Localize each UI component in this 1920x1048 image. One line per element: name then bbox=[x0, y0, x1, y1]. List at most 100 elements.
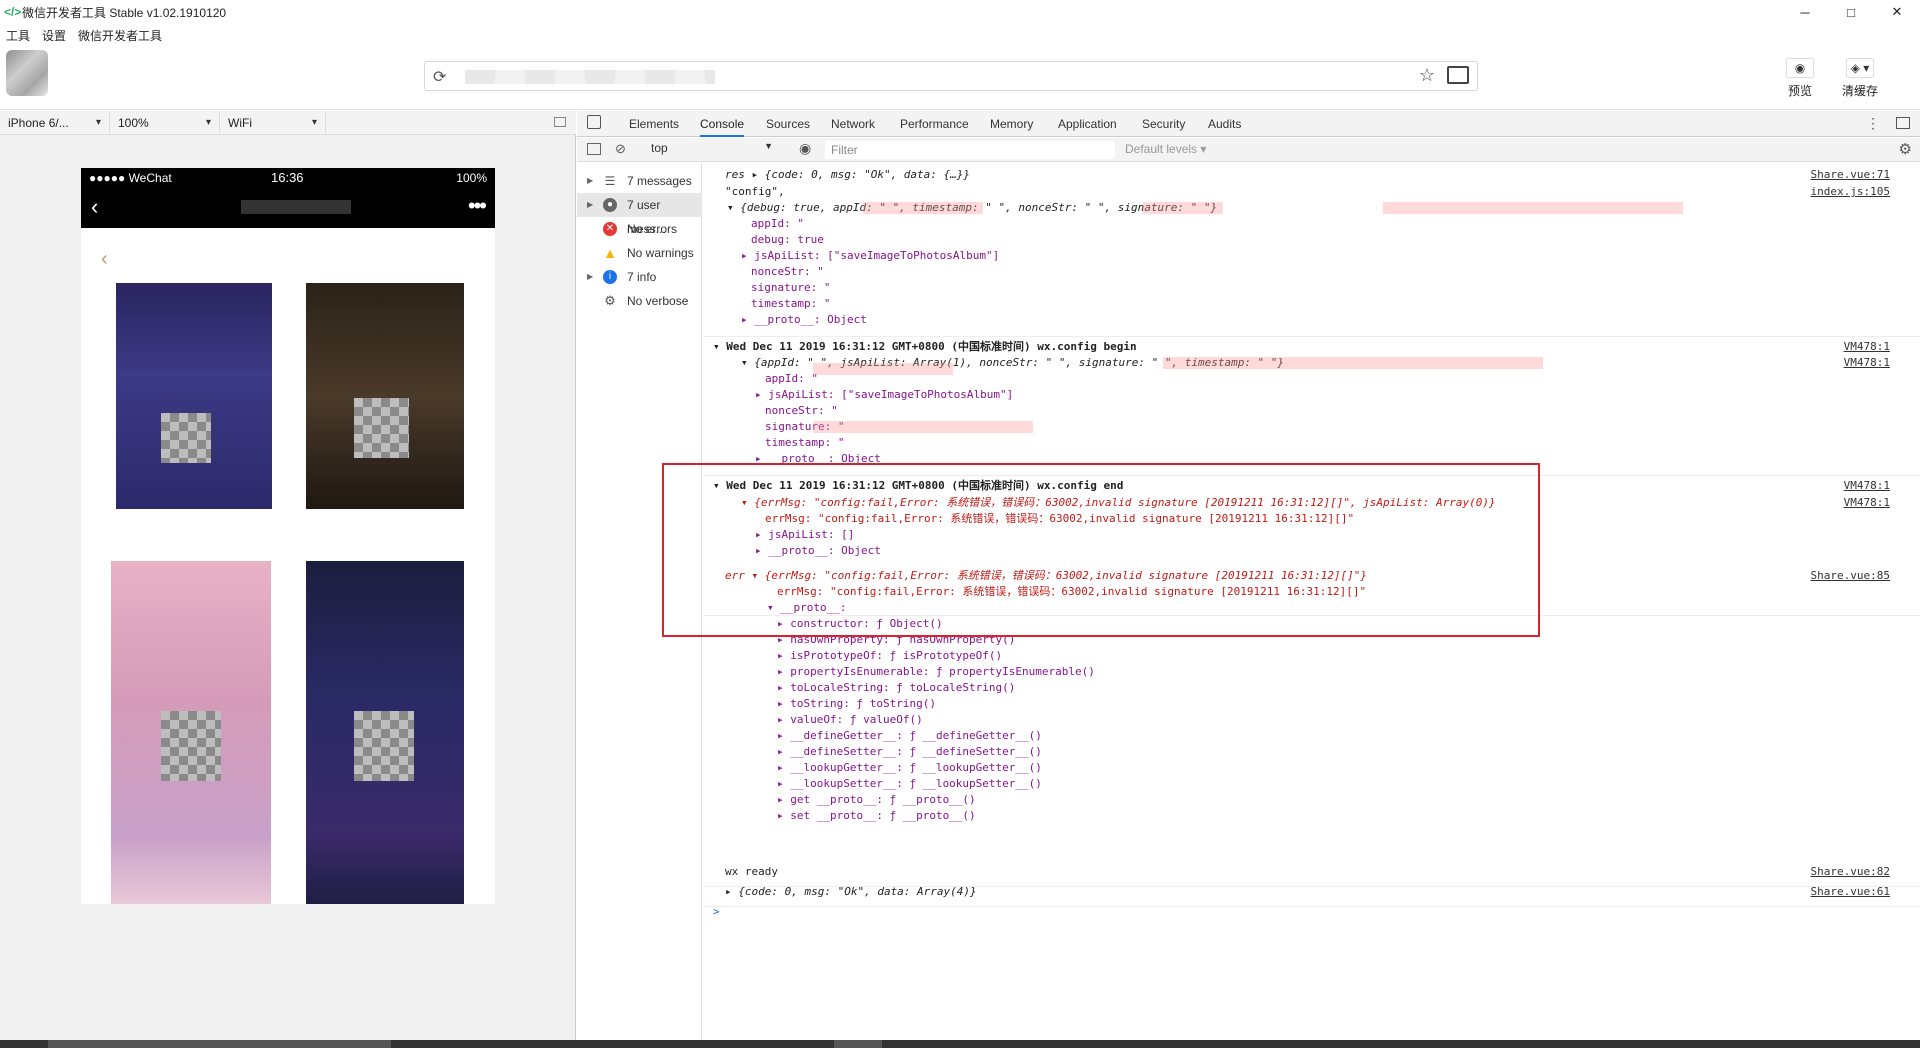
redacted-value bbox=[813, 421, 1033, 433]
source-link[interactable]: Share.vue:85 bbox=[1811, 568, 1890, 584]
tab-elements[interactable]: Elements bbox=[629, 111, 679, 137]
source-link[interactable]: VM478:1 bbox=[1844, 478, 1890, 494]
device-select[interactable]: iPhone 6/... ▾ bbox=[0, 110, 110, 135]
console-property[interactable]: ▸ set __proto__: ƒ __proto__() bbox=[703, 808, 1920, 824]
live-expression-eye-icon[interactable]: ◉ bbox=[799, 140, 811, 157]
clear-console-icon[interactable]: ⊘ bbox=[615, 141, 626, 157]
poster-card[interactable] bbox=[306, 561, 464, 904]
sidebar-item-info[interactable]: ▶ i 7 info bbox=[577, 265, 702, 289]
log-levels-select[interactable]: Default levels ▾ bbox=[1125, 142, 1206, 156]
clear-cache-button[interactable]: ◈ ▾ 清缓存 bbox=[1830, 58, 1890, 99]
tab-network[interactable]: Network bbox=[831, 111, 875, 137]
poster-card[interactable] bbox=[306, 283, 464, 509]
layers-icon: ◈ ▾ bbox=[1846, 58, 1874, 78]
avatar[interactable] bbox=[6, 50, 48, 96]
tab-audits[interactable]: Audits bbox=[1208, 111, 1241, 137]
tab-performance[interactable]: Performance bbox=[900, 111, 969, 137]
chevron-down-icon: ▾ bbox=[95, 116, 101, 128]
console-property[interactable]: debug: true bbox=[703, 232, 1920, 248]
sidebar-item-warnings[interactable]: ▲ No warnings bbox=[577, 241, 702, 265]
title-bar: </> 微信开发者工具 Stable v1.02.1910120 ─ □ ✕ bbox=[0, 0, 1920, 24]
verbose-gear-icon: ⚙ bbox=[604, 293, 616, 308]
qr-code-redacted bbox=[354, 398, 409, 458]
warning-icon: ▲ bbox=[603, 245, 617, 261]
sidebar-item-label: 7 messages bbox=[627, 174, 692, 188]
console-property[interactable]: ▸ toString: ƒ toString() bbox=[703, 696, 1920, 712]
gear-icon[interactable]: ⚙ bbox=[1899, 140, 1912, 158]
console-property[interactable]: ▸ propertyIsEnumerable: ƒ propertyIsEnum… bbox=[703, 664, 1920, 680]
dock-side-icon[interactable] bbox=[1896, 117, 1910, 129]
battery: 100% bbox=[456, 171, 487, 185]
menu-tools[interactable]: 工具 bbox=[0, 27, 36, 44]
tab-memory[interactable]: Memory bbox=[990, 111, 1033, 137]
console-line[interactable]: ▸ {code: 0, msg: "Ok", data: Array(4)} Sh… bbox=[703, 884, 1920, 900]
console-property[interactable]: nonceStr: " bbox=[703, 403, 1920, 419]
menu-wechat-devtools[interactable]: 微信开发者工具 bbox=[72, 27, 168, 44]
more-icon[interactable]: ••• bbox=[468, 193, 487, 219]
context-select[interactable]: top ▼ bbox=[647, 141, 777, 158]
poster-card[interactable] bbox=[111, 561, 271, 904]
more-options-icon[interactable]: ⋮ bbox=[1866, 115, 1880, 132]
page-back-icon[interactable]: ‹ bbox=[101, 248, 108, 271]
sidebar-item-verbose[interactable]: ⚙ No verbose bbox=[577, 289, 702, 313]
filter-input[interactable]: Filter bbox=[825, 141, 1115, 159]
console-property[interactable]: signature: " bbox=[703, 280, 1920, 296]
console-property[interactable]: nonceStr: " bbox=[703, 264, 1920, 280]
inspect-element-icon[interactable] bbox=[587, 115, 601, 129]
star-icon[interactable]: ☆ bbox=[1419, 65, 1435, 86]
address-bar[interactable]: ⟳ ☆ bbox=[424, 61, 1478, 91]
error-icon: ✕ bbox=[603, 222, 617, 236]
reload-icon[interactable]: ⟳ bbox=[433, 67, 446, 87]
console-property[interactable]: timestamp: " bbox=[703, 435, 1920, 451]
console-property[interactable]: ▸ toLocaleString: ƒ toLocaleString() bbox=[703, 680, 1920, 696]
console-property[interactable]: ▸ valueOf: ƒ valueOf() bbox=[703, 712, 1920, 728]
chevron-down-icon: ▾ bbox=[311, 116, 317, 128]
folder-icon[interactable] bbox=[1447, 66, 1469, 84]
source-link[interactable]: Share.vue:71 bbox=[1811, 167, 1890, 183]
phone-status-bar: ●●●●● WeChat 16:36 100% bbox=[81, 168, 495, 188]
console-property[interactable]: ▸ jsApiList: ["saveImageToPhotosAlbum"] bbox=[703, 248, 1920, 264]
zoom-select[interactable]: 100% ▾ bbox=[110, 110, 220, 135]
console-line[interactable]: "config", index.js:105 bbox=[703, 184, 1920, 200]
console-property[interactable]: ▸ __defineGetter__: ƒ __defineGetter__() bbox=[703, 728, 1920, 744]
close-button[interactable]: ✕ bbox=[1874, 0, 1920, 24]
strip-segment bbox=[48, 1040, 391, 1048]
console-property[interactable]: ▸ isPrototypeOf: ƒ isPrototypeOf() bbox=[703, 648, 1920, 664]
console-line[interactable]: wx ready Share.vue:82 bbox=[703, 864, 1920, 880]
console-property[interactable]: ▸ jsApiList: ["saveImageToPhotosAlbum"] bbox=[703, 387, 1920, 403]
console-prompt[interactable]: > bbox=[703, 904, 1920, 920]
source-link[interactable]: Share.vue:82 bbox=[1811, 864, 1890, 880]
sidebar-item-errors[interactable]: ✕ No errors bbox=[577, 217, 702, 241]
console-property[interactable]: timestamp: " bbox=[703, 296, 1920, 312]
tab-application[interactable]: Application bbox=[1058, 111, 1117, 137]
qr-code-redacted bbox=[354, 711, 414, 781]
source-link[interactable]: VM478:1 bbox=[1844, 339, 1890, 355]
console-property[interactable]: ▸ __lookupGetter__: ƒ __lookupGetter__() bbox=[703, 760, 1920, 776]
console-line[interactable]: ▾ Wed Dec 11 2019 16:31:12 GMT+0800 (中国标… bbox=[703, 339, 1920, 355]
sidebar-item-user-messages[interactable]: ▶ ● 7 user mess... bbox=[577, 193, 702, 236]
tab-console[interactable]: Console bbox=[700, 111, 745, 137]
back-icon[interactable]: ‹ bbox=[91, 194, 98, 220]
minimize-button[interactable]: ─ bbox=[1782, 0, 1828, 24]
source-link[interactable]: VM478:1 bbox=[1844, 355, 1890, 371]
source-link[interactable]: Share.vue:61 bbox=[1811, 884, 1890, 900]
console-property[interactable]: ▸ get __proto__: ƒ __proto__() bbox=[703, 792, 1920, 808]
sidebar-item-messages[interactable]: ▶ ☰ 7 messages bbox=[577, 169, 702, 193]
log-text: timestamp: " bbox=[751, 297, 831, 310]
network-select[interactable]: WiFi ▾ bbox=[220, 110, 326, 135]
console-line[interactable]: res ▸ {code: 0, msg: "Ok", data: {…}} Sha… bbox=[703, 167, 1920, 183]
poster-card[interactable] bbox=[116, 283, 272, 509]
tab-sources[interactable]: Sources bbox=[766, 111, 810, 137]
preview-button[interactable]: ◉ 预览 bbox=[1770, 58, 1830, 99]
source-link[interactable]: VM478:1 bbox=[1844, 495, 1890, 511]
console-property[interactable]: ▸ __lookupSetter__: ƒ __lookupSetter__() bbox=[703, 776, 1920, 792]
console-property[interactable]: ▸ __defineSetter__: ƒ __defineSetter__() bbox=[703, 744, 1920, 760]
console-property[interactable]: appId: " bbox=[703, 216, 1920, 232]
source-link[interactable]: index.js:105 bbox=[1811, 184, 1890, 200]
console-property[interactable]: ▸ __proto__: Object bbox=[703, 312, 1920, 328]
sidebar-toggle-icon[interactable] bbox=[587, 143, 601, 155]
tab-security[interactable]: Security bbox=[1142, 111, 1185, 137]
maximize-button[interactable]: □ bbox=[1828, 0, 1874, 24]
popout-icon[interactable] bbox=[554, 117, 566, 127]
menu-settings[interactable]: 设置 bbox=[36, 27, 72, 44]
